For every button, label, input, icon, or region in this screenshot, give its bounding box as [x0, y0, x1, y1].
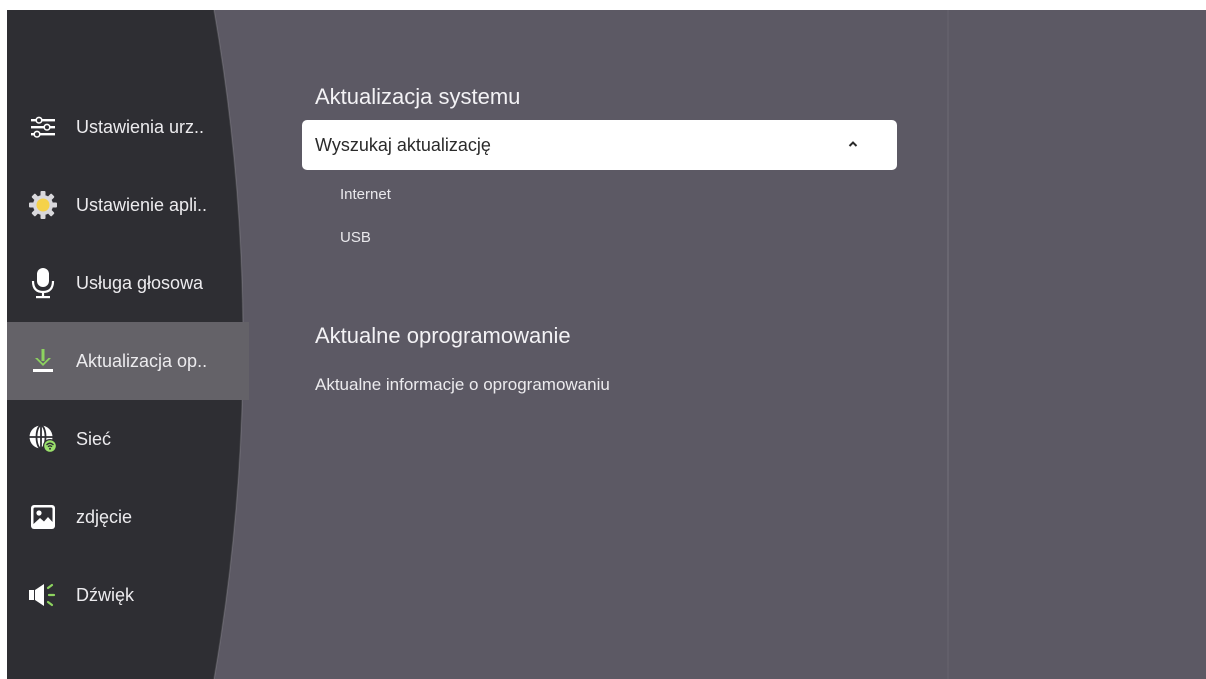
sidebar-item-sound[interactable]: Dźwięk: [7, 556, 249, 634]
sidebar-item-network[interactable]: Sieć: [7, 400, 249, 478]
sidebar-item-label: Aktualizacja op..: [76, 350, 208, 371]
section-title-system-update: Aktualizacja systemu: [315, 84, 521, 109]
sidebar-menu: Ustawienia urz.. Ustawienie apli.. Usług…: [7, 88, 249, 634]
dropdown-label: Wyszukaj aktualizację: [315, 134, 491, 155]
sidebar-item-app-settings[interactable]: Ustawienie apli..: [7, 166, 249, 244]
sidebar-item-label: Sieć: [76, 428, 112, 449]
speaker-icon: [28, 580, 58, 610]
settings-screen: Ustawienia urz.. Ustawienie apli.. Usług…: [7, 10, 1206, 679]
microphone-icon: [28, 268, 58, 299]
sidebar-item-label: Dźwięk: [76, 584, 135, 605]
option-internet[interactable]: Internet: [340, 186, 391, 203]
gear-icon: [28, 190, 58, 220]
option-usb[interactable]: USB: [340, 229, 371, 246]
globe-wifi-icon: [28, 424, 58, 454]
sidebar-item-device-settings[interactable]: Ustawienia urz..: [7, 88, 249, 166]
sliders-icon: [28, 112, 58, 142]
sidebar-item-label: Ustawienie apli..: [76, 194, 208, 215]
sidebar-item-voice-service[interactable]: Usługa głosowa: [7, 244, 249, 322]
section-title-current-firmware: Aktualne oprogramowanie: [315, 323, 571, 348]
download-icon: [28, 346, 58, 376]
picture-icon: [28, 502, 58, 532]
panel-divider: [947, 10, 949, 679]
sidebar-item-label: zdjęcie: [76, 506, 133, 527]
chevron-up-icon: [845, 137, 861, 151]
sidebar-item-picture[interactable]: zdjęcie: [7, 478, 249, 556]
sidebar-item-label: Ustawienia urz..: [76, 116, 205, 137]
sidebar-item-label: Usługa głosowa: [76, 272, 204, 293]
sidebar-item-software-update[interactable]: Aktualizacja op..: [7, 322, 249, 400]
main-content: Aktualizacja systemu Wyszukaj aktualizac…: [302, 10, 902, 679]
firmware-info-item[interactable]: Aktualne informacje o oprogramowaniu: [315, 375, 610, 395]
search-update-dropdown[interactable]: Wyszukaj aktualizację: [302, 120, 897, 170]
